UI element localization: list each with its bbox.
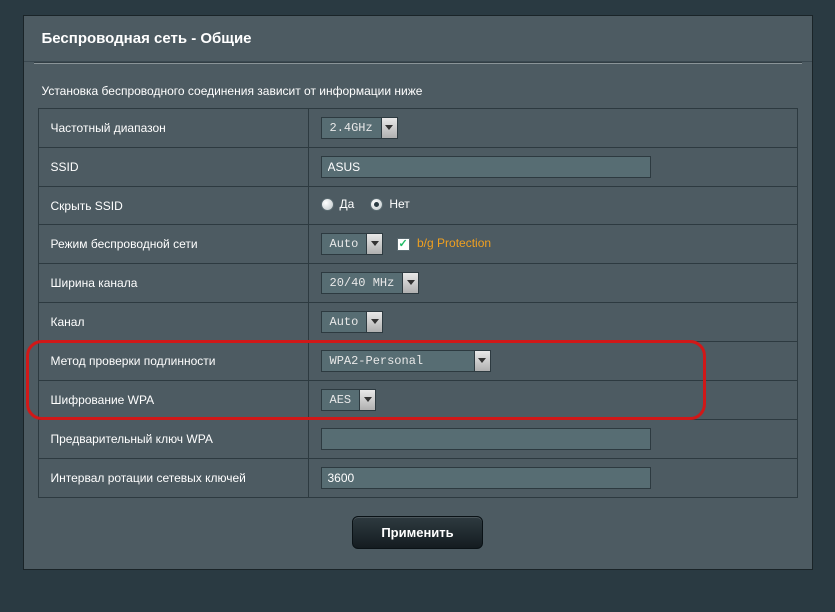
label-psk: Предварительный ключ WPA xyxy=(38,420,308,459)
row-auth: Метод проверки подлинности WPA2-Personal xyxy=(38,342,797,381)
row-width: Ширина канала 20/40 MHz xyxy=(38,264,797,303)
label-enc: Шифрование WPA xyxy=(38,381,308,420)
hide-ssid-yes-label: Да xyxy=(340,197,355,211)
chevron-down-icon xyxy=(366,234,382,254)
label-ssid: SSID xyxy=(38,148,308,187)
row-psk: Предварительный ключ WPA xyxy=(38,420,797,459)
bg-protection-label: b/g Protection xyxy=(417,236,491,250)
auth-select[interactable]: WPA2-Personal xyxy=(321,350,491,372)
label-mode: Режим беспроводной сети xyxy=(38,225,308,264)
mode-select[interactable]: Auto xyxy=(321,233,384,255)
row-rekey: Интервал ротации сетевых ключей xyxy=(38,459,797,498)
psk-input[interactable] xyxy=(321,428,651,450)
hide-ssid-yes-radio[interactable] xyxy=(321,198,334,211)
hide-ssid-no-label: Нет xyxy=(389,197,409,211)
width-select[interactable]: 20/40 MHz xyxy=(321,272,420,294)
ssid-input[interactable] xyxy=(321,156,651,178)
label-rekey: Интервал ротации сетевых ключей xyxy=(38,459,308,498)
row-ssid: SSID xyxy=(38,148,797,187)
band-select[interactable]: 2.4GHz xyxy=(321,117,398,139)
enc-select[interactable]: AES xyxy=(321,389,377,411)
row-channel: Канал Auto xyxy=(38,303,797,342)
channel-select[interactable]: Auto xyxy=(321,311,384,333)
row-enc: Шифрование WPA AES xyxy=(38,381,797,420)
apply-button[interactable]: Применить xyxy=(352,516,482,549)
label-band: Частотный диапазон xyxy=(38,109,308,148)
hide-ssid-no-radio[interactable] xyxy=(370,198,383,211)
divider xyxy=(34,62,802,64)
label-hide-ssid: Скрыть SSID xyxy=(38,187,308,225)
row-hide-ssid: Скрыть SSID Да Нет xyxy=(38,187,797,225)
label-width: Ширина канала xyxy=(38,264,308,303)
chevron-down-icon xyxy=(366,312,382,332)
page-title: Беспроводная сеть - Общие xyxy=(24,16,812,62)
bg-protection-checkbox[interactable] xyxy=(397,238,410,251)
chevron-down-icon xyxy=(402,273,418,293)
row-mode: Режим беспроводной сети Auto b/g Protect… xyxy=(38,225,797,264)
chevron-down-icon xyxy=(359,390,375,410)
description-text: Установка беспроводного соединения завис… xyxy=(24,66,812,108)
row-band: Частотный диапазон 2.4GHz xyxy=(38,109,797,148)
chevron-down-icon xyxy=(474,351,490,371)
label-auth: Метод проверки подлинности xyxy=(38,342,308,381)
label-channel: Канал xyxy=(38,303,308,342)
wireless-general-panel: Беспроводная сеть - Общие Установка бесп… xyxy=(23,15,813,570)
chevron-down-icon xyxy=(381,118,397,138)
rekey-input[interactable] xyxy=(321,467,651,489)
settings-table: Частотный диапазон 2.4GHz SSID Скрыть SS… xyxy=(38,108,798,498)
